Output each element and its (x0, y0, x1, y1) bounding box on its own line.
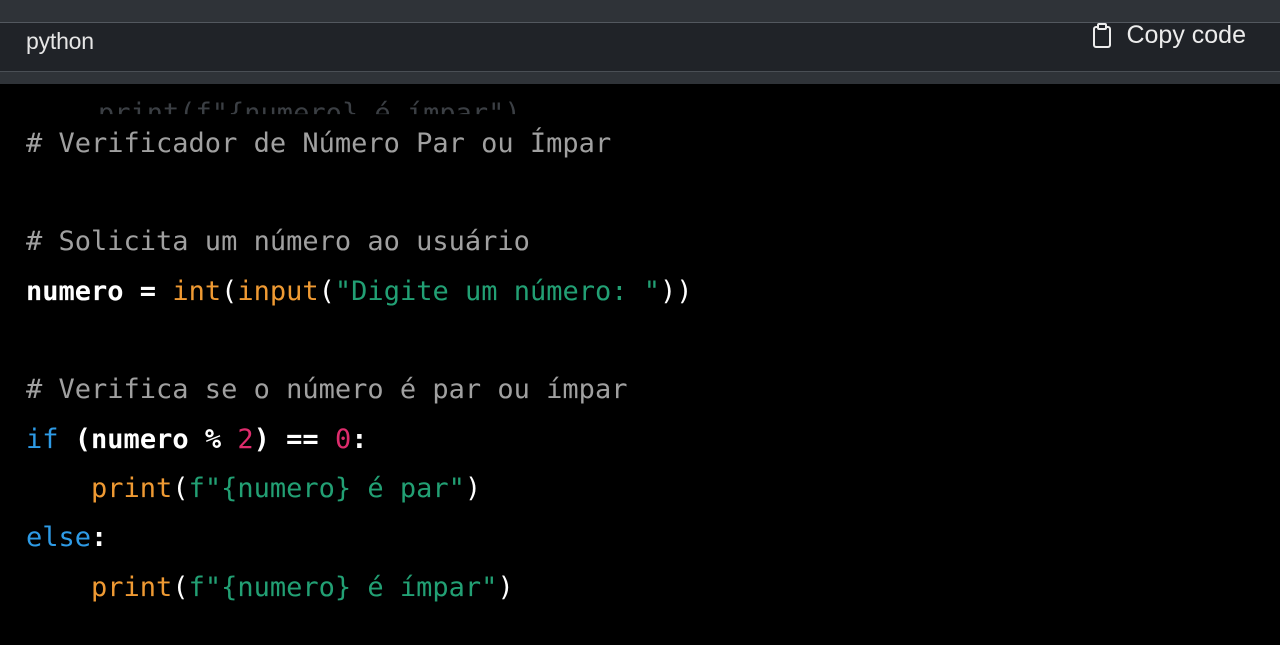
code-number: 2 (237, 424, 254, 455)
code-keyword: else (26, 522, 92, 553)
language-label: python (26, 28, 94, 54)
code-paren: ( (172, 572, 189, 603)
code-paren: ) (464, 473, 482, 504)
code-line-7: else: (26, 518, 107, 558)
code-comment: # Solicita um número ao usuário (26, 226, 530, 257)
code-string: f"{numero} é ímpar" (188, 572, 498, 603)
code-keyword: if (26, 424, 59, 455)
copy-code-button[interactable]: Copy code (1092, 21, 1246, 50)
code-line-3: numero = int(input("Digite um número: ")… (26, 272, 693, 312)
code-paren: )) (660, 276, 693, 307)
code-colon: : (351, 424, 368, 455)
code-line-5: if (numero % 2) == 0: (26, 420, 367, 460)
code-line-4: # Verifica se o número é par ou ímpar (26, 370, 627, 410)
code-builtin: print (91, 572, 173, 603)
code-paren: ( (74, 424, 92, 455)
code-block-header: python Copy code (0, 0, 1280, 84)
copy-code-label: Copy code (1126, 21, 1246, 49)
code-paren: ) (497, 572, 514, 603)
code-paren: ( (318, 276, 335, 307)
code-string: f"{numero} é par" (188, 473, 465, 504)
code-variable: numero (91, 424, 189, 455)
code-block-header-bar (0, 22, 1280, 72)
code-paren: ( (172, 473, 189, 504)
code-comment: # Verificador de Número Par ou Ímpar (26, 128, 612, 159)
code-paren: ( (221, 276, 238, 307)
code-comment: # Verifica se o número é par ou ímpar (26, 374, 628, 405)
code-line-6: print(f"{numero} é par") (26, 469, 481, 509)
code-builtin: int (172, 276, 222, 307)
code-block: python Copy code print(f"{numero} é ímpa… (0, 0, 1280, 645)
code-operator: == (269, 424, 335, 455)
code-line-8: print(f"{numero} é ímpar") (26, 568, 514, 608)
code-paren: ) (253, 424, 270, 455)
code-operator: = (123, 276, 173, 307)
code-line-2: # Solicita um número ao usuário (26, 222, 530, 262)
code-colon: : (91, 522, 108, 553)
code-number: 0 (334, 424, 352, 455)
code-line-1: # Verificador de Número Par ou Ímpar (26, 124, 611, 164)
code-operator: % (188, 424, 238, 455)
clipboard-icon (1092, 22, 1112, 49)
code-string: "Digite um número: " (334, 276, 661, 307)
code-builtin: print (91, 473, 173, 504)
code-variable: numero (26, 276, 124, 307)
code-builtin: input (237, 276, 319, 307)
